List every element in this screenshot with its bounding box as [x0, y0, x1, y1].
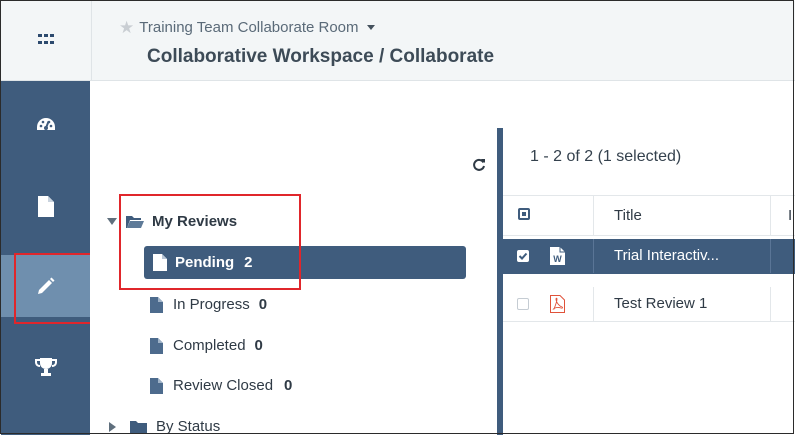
- tree-item-count: 0: [254, 337, 263, 354]
- table-row[interactable]: W Trial Interactiv...: [503, 239, 795, 274]
- sidebar-item-reviews[interactable]: [1, 255, 90, 317]
- tree-item-label: Completed: [173, 337, 246, 354]
- document-icon: [37, 195, 54, 217]
- tree-item-review-closed[interactable]: Review Closed 0: [150, 377, 292, 394]
- tree-item-completed[interactable]: Completed 0: [150, 337, 263, 354]
- column-divider: [593, 239, 594, 273]
- column-divider: [593, 196, 594, 235]
- pager-summary: 1 - 2 of 2 (1 selected): [530, 148, 682, 165]
- column-header-title[interactable]: Title: [614, 207, 642, 224]
- tree-item-count: 2: [244, 254, 253, 271]
- tree-label-by-status: By Status: [156, 418, 221, 435]
- grid-header-row: Title I: [503, 195, 795, 236]
- tree-node-my-reviews[interactable]: My Reviews: [107, 213, 237, 230]
- tree-item-label: Pending: [175, 254, 235, 271]
- tree-item-in-progress[interactable]: In Progress 0: [150, 296, 267, 313]
- folder-icon: [130, 420, 147, 434]
- chevron-right-icon[interactable]: [109, 421, 116, 432]
- tree-item-label: Review Closed: [173, 377, 274, 394]
- breadcrumb: Collaborative Workspace / Collaborate: [147, 46, 495, 67]
- document-grid: [497, 128, 795, 435]
- tree-item-label: In Progress: [173, 296, 250, 313]
- sidebar-item-documents[interactable]: [1, 175, 90, 237]
- sidebar-item-achievements[interactable]: [1, 336, 90, 398]
- column-divider: [770, 196, 771, 235]
- tree-node-by-status[interactable]: By Status: [109, 418, 220, 435]
- row-title: Test Review 1: [614, 295, 708, 312]
- document-icon: [150, 296, 163, 313]
- top-header: ★ Training Team Collaborate Room Collabo…: [1, 1, 795, 81]
- tree-item-count: 0: [258, 296, 268, 313]
- row-checkbox[interactable]: [517, 298, 529, 310]
- row-checkbox[interactable]: [517, 250, 529, 262]
- apps-launcher[interactable]: [1, 1, 92, 80]
- pdf-icon: [550, 295, 565, 313]
- select-all-checkbox[interactable]: [518, 208, 530, 220]
- tree-item-pending[interactable]: Pending 2: [144, 246, 466, 279]
- refresh-icon[interactable]: [472, 158, 486, 172]
- left-sidebar: [1, 81, 90, 435]
- gauge-icon: [36, 118, 55, 130]
- column-header-next[interactable]: I: [788, 207, 792, 224]
- apps-grid-icon: [38, 34, 54, 46]
- document-icon: [150, 377, 163, 394]
- document-icon: [150, 337, 163, 354]
- trophy-icon: [34, 358, 57, 376]
- folder-open-icon: [126, 215, 144, 228]
- column-divider: [593, 287, 594, 321]
- svg-text:W: W: [553, 254, 562, 264]
- row-title: Trial Interactiv...: [614, 247, 720, 264]
- word-icon: W: [550, 247, 565, 265]
- sidebar-item-dashboard[interactable]: [1, 94, 90, 156]
- table-row[interactable]: Test Review 1: [503, 287, 795, 322]
- document-icon: [153, 254, 167, 271]
- column-divider: [770, 287, 771, 321]
- chevron-down-icon[interactable]: [107, 218, 117, 225]
- tree-label-my-reviews: My Reviews: [152, 213, 238, 230]
- pencil-icon: [37, 277, 54, 294]
- star-icon[interactable]: ★: [119, 19, 134, 36]
- checkmark-icon: [518, 252, 528, 260]
- column-divider: [770, 239, 771, 273]
- room-name: Training Team Collaborate Room: [139, 19, 359, 36]
- tree-item-count: 0: [284, 377, 293, 394]
- chevron-down-icon[interactable]: [366, 25, 375, 30]
- room-selector[interactable]: ★ Training Team Collaborate Room: [119, 19, 375, 36]
